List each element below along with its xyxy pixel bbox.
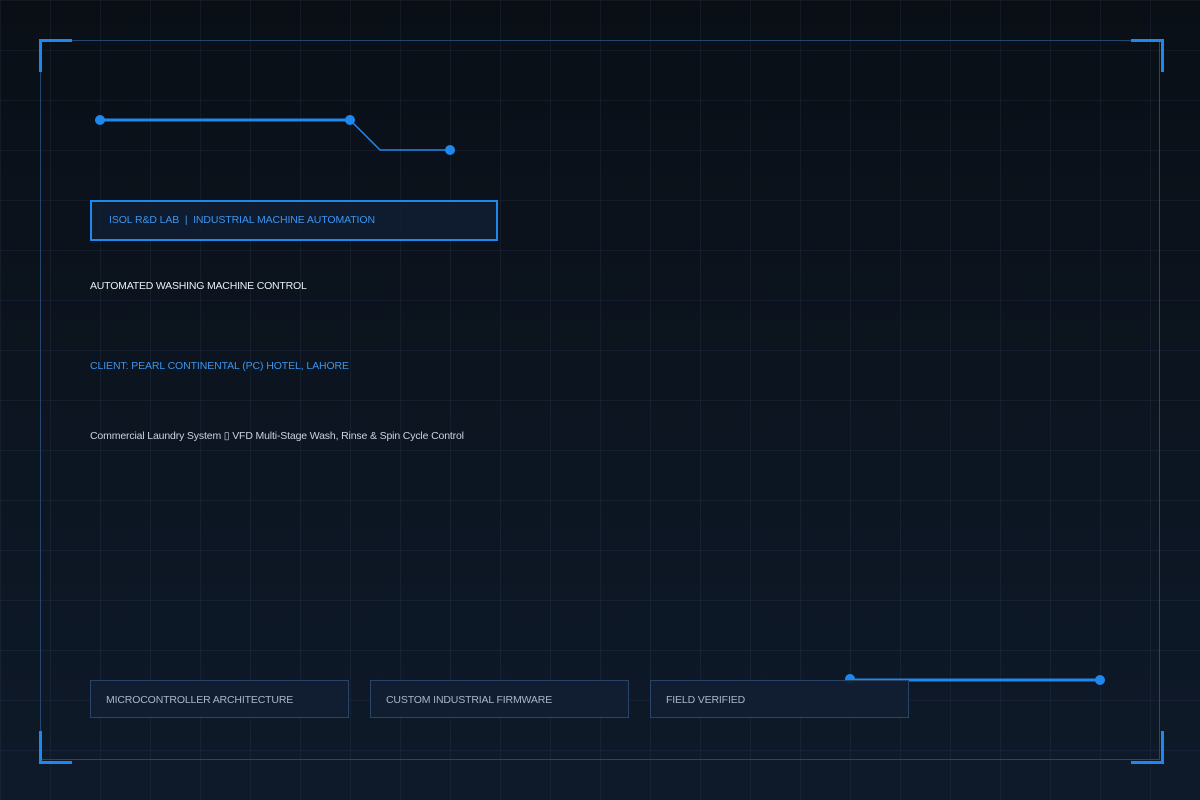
project-subtitle: Commercial Laundry System ▯ VFD Multi-St… <box>90 430 464 442</box>
circuit-trace-top-line <box>100 119 450 151</box>
circuit-node-icon <box>1095 675 1105 685</box>
client-label: CLIENT: PEARL CONTINENTAL (PC) HOTEL, LA… <box>90 360 349 372</box>
circuit-node-icon <box>95 115 105 125</box>
circuit-trace-top <box>95 115 455 155</box>
circuit-node-icon <box>345 115 355 125</box>
tag-microcontroller-architecture: MICROCONTROLLER ARCHITECTURE <box>90 680 349 718</box>
circuit-node-icon <box>445 145 455 155</box>
lab-badge: ISOL R&D LAB | INDUSTRIAL MACHINE AUTOMA… <box>90 200 498 241</box>
tag-custom-industrial-firmware: CUSTOM INDUSTRIAL FIRMWARE <box>370 680 629 718</box>
page-title: AUTOMATED WASHING MACHINE CONTROL <box>90 280 307 292</box>
tag-field-verified: FIELD VERIFIED <box>650 680 909 718</box>
